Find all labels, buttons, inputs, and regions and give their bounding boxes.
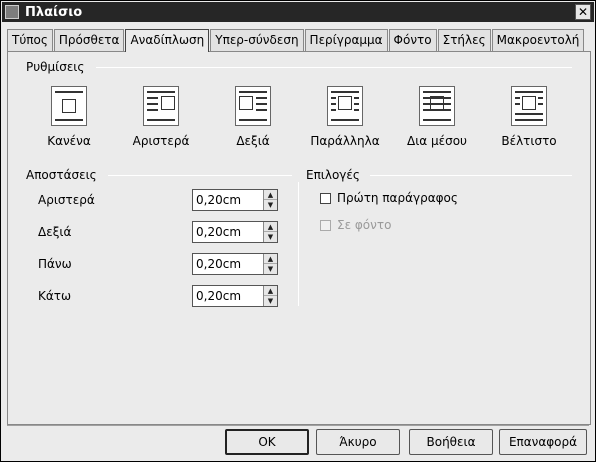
app-icon [5,5,19,19]
wrap-option-left[interactable]: Αριστερά [116,86,206,148]
tab-hyperlink[interactable]: Υπερ-σύνδεση [210,29,304,51]
settings-heading: Ρυθμίσεις [26,60,85,74]
wrap-option-parallel-label: Παράλληλα [310,134,380,148]
close-icon[interactable]: ✕ [575,4,591,20]
ok-button[interactable]: OK [225,429,309,455]
options-divider [370,175,572,176]
in-background-label: Σε φόντο [337,218,392,232]
tab-bar: Τύπος Πρόσθετα Αναδίπλωση Υπερ-σύνδεση Π… [7,29,585,52]
tab-columns[interactable]: Στήλες [437,29,491,51]
wrap-option-right[interactable]: Δεξιά [208,86,298,148]
spacing-row-bottom: Κάτω 0,20cm ▲ ▼ [38,285,288,309]
settings-divider [96,67,572,68]
in-background-checkbox [320,219,331,231]
wrap-left-icon [143,86,179,126]
spacing-left-value[interactable]: 0,20cm [196,193,241,207]
wrap-through-icon [419,86,455,126]
spin-up-icon[interactable]: ▲ [264,190,277,200]
wrap-right-icon [235,86,271,126]
spin-down-icon[interactable]: ▼ [264,232,277,242]
spin-down-icon[interactable]: ▼ [264,264,277,274]
spacing-top-spin-buttons[interactable]: ▲ ▼ [263,254,277,274]
spacing-left-stepper[interactable]: 0,20cm ▲ ▼ [192,189,278,211]
spacing-row-top: Πάνω 0,20cm ▲ ▼ [38,253,288,277]
tab-background[interactable]: Φόντο [388,29,437,51]
tab-options[interactable]: Πρόσθετα [53,29,125,51]
wrap-optimal-icon [511,86,547,126]
wrap-option-left-label: Αριστερά [132,134,190,148]
options-heading: Επιλογές [306,168,360,182]
wrap-option-none[interactable]: Κανένα [24,86,114,148]
wrap-parallel-icon [327,86,363,126]
spacing-row-right: Δεξιά 0,20cm ▲ ▼ [38,221,288,245]
spin-up-icon[interactable]: ▲ [264,286,277,296]
spacing-left-label: Αριστερά [38,193,95,207]
spin-down-icon[interactable]: ▼ [264,296,277,306]
wrap-none-icon [51,86,87,126]
spacing-top-value[interactable]: 0,20cm [196,257,241,271]
spin-up-icon[interactable]: ▲ [264,222,277,232]
spacing-top-stepper[interactable]: 0,20cm ▲ ▼ [192,253,278,275]
first-paragraph-checkbox[interactable] [320,192,331,204]
wrap-option-parallel[interactable]: Παράλληλα [300,86,390,148]
help-button[interactable]: Βοήθεια [409,429,493,455]
spacing-right-value[interactable]: 0,20cm [196,225,241,239]
spacing-divider [108,175,292,176]
frame-dialog: Πλαίσιο ✕ Τύπος Πρόσθετα Αναδίπλωση Υπερ… [0,0,596,462]
cancel-button[interactable]: Άκυρο [316,429,400,455]
spacing-row-left: Αριστερά 0,20cm ▲ ▼ [38,189,288,213]
group-separator [298,182,299,306]
wrap-option-through-label: Δια μέσου [406,134,467,148]
window-title: Πλαίσιο [25,4,83,20]
spacing-top-label: Πάνω [38,257,72,271]
in-background-option: Σε φόντο [320,218,391,232]
first-paragraph-option[interactable]: Πρώτη παράγραφος [320,191,458,205]
spin-up-icon[interactable]: ▲ [264,254,277,264]
spacing-left-spin-buttons[interactable]: ▲ ▼ [263,190,277,210]
button-separator [7,425,589,426]
spacing-heading: Αποστάσεις [26,168,97,182]
wrap-tab-panel: Ρυθμίσεις Κανένα Αριστερά Δεξιά Παράλληλ… [7,51,591,425]
wrap-option-optimal-label: Βέλτιστο [501,134,557,148]
tab-wrap[interactable]: Αναδίπλωση [125,29,210,52]
spin-down-icon[interactable]: ▼ [264,200,277,210]
reset-button[interactable]: Επαναφορά [499,429,587,455]
spacing-right-stepper[interactable]: 0,20cm ▲ ▼ [192,221,278,243]
tab-type[interactable]: Τύπος [7,29,53,51]
wrap-option-right-label: Δεξιά [236,134,270,148]
tab-borders[interactable]: Περίγραμμα [304,29,388,51]
tab-macro[interactable]: Μακροεντολή [491,29,585,51]
spacing-right-spin-buttons[interactable]: ▲ ▼ [263,222,277,242]
spacing-bottom-value[interactable]: 0,20cm [196,289,241,303]
title-bar[interactable]: Πλαίσιο ✕ [2,2,594,22]
spacing-right-label: Δεξιά [38,225,72,239]
spacing-bottom-label: Κάτω [38,289,72,303]
spacing-bottom-stepper[interactable]: 0,20cm ▲ ▼ [192,285,278,307]
spacing-bottom-spin-buttons[interactable]: ▲ ▼ [263,286,277,306]
wrap-option-none-label: Κανένα [47,134,91,148]
first-paragraph-label: Πρώτη παράγραφος [337,191,458,205]
wrap-option-optimal[interactable]: Βέλτιστο [484,86,574,148]
wrap-option-through[interactable]: Δια μέσου [392,86,482,148]
